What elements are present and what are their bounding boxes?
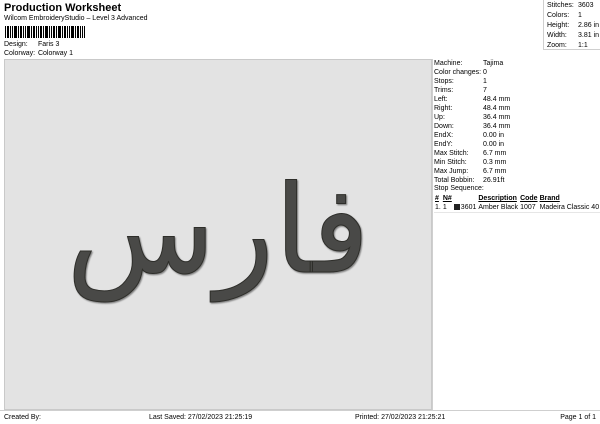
footer-created-by: Created By: xyxy=(4,414,41,421)
param-left: Left: 48.4 mm xyxy=(434,96,511,103)
thread-swatch-icon xyxy=(453,204,460,211)
param-max-jump: Max Jump: 6.7 mm xyxy=(434,168,507,175)
stop-sequence-title: Stop Sequence: xyxy=(434,185,484,192)
footer: Created By: Last Saved: 27/02/2023 21:25… xyxy=(0,410,600,424)
software-subtitle: Wilcom EmbroideryStudio – Level 3 Advanc… xyxy=(4,15,148,22)
stat-stitches: Stitches: 3603 xyxy=(547,2,594,9)
param-total-bobbin: Total Bobbin: 26.91ft xyxy=(434,177,505,184)
param-down: Down: 36.4 mm xyxy=(434,123,511,130)
stat-height: Height: 2.86 in xyxy=(547,22,600,29)
page-title: Production Worksheet xyxy=(4,2,122,14)
colorway-label: Colorway: xyxy=(4,50,36,57)
design-label: Design: xyxy=(4,41,28,48)
embroidery-design-text: فارس xyxy=(66,159,369,302)
stat-zoom: Zoom: 1:1 xyxy=(547,42,588,49)
param-stops: Stops: 1 xyxy=(434,78,487,85)
barcode-icon xyxy=(5,26,85,38)
param-color-changes: Color changes: 0 xyxy=(434,69,487,76)
stat-colors: Colors: 1 xyxy=(547,12,582,19)
param-min-stitch: Min Stitch: 0.3 mm xyxy=(434,159,507,166)
table-header-row: # N# Description Code Brand xyxy=(434,194,600,203)
param-machine: Machine: Tajima xyxy=(434,60,504,67)
param-endy: EndY: 0.00 in xyxy=(434,141,505,148)
col-brand: Brand xyxy=(539,195,560,202)
design-canvas: فارس xyxy=(4,59,432,410)
row-needle: 1 xyxy=(442,204,447,211)
param-max-stitch: Max Stitch: 6.7 mm xyxy=(434,150,507,157)
table-row: 1. 1 3601 Amber Black 1007 Madeira Class… xyxy=(434,203,600,212)
table-divider xyxy=(434,212,600,213)
param-right: Right: 48.4 mm xyxy=(434,105,511,112)
col-index: # xyxy=(435,195,439,202)
col-description: Description xyxy=(478,195,517,202)
col-needle: N# xyxy=(442,195,452,202)
stat-width: Width: 3.81 in xyxy=(547,32,600,39)
colorway-value: Colorway 1 xyxy=(37,50,73,57)
row-brand: Madeira Classic 40 xyxy=(539,204,600,211)
footer-last-saved: Last Saved: 27/02/2023 21:25:19 xyxy=(149,414,253,421)
footer-page: Page 1 of 1 xyxy=(560,414,596,421)
row-code: 1007 xyxy=(520,204,536,211)
row-thread-number: 3601 xyxy=(460,204,477,211)
row-swatch: 3601 xyxy=(453,203,478,212)
machine-params: Machine: Tajima Color changes: 0 Stops: 1 T… xyxy=(434,59,600,185)
colorway-row: Colorway: Colorway 1 xyxy=(4,50,73,57)
col-code: Code xyxy=(520,195,538,202)
design-value: Faris 3 xyxy=(37,41,60,48)
stop-sequence-table: # N# Description Code Brand 1. 1 3601 Am… xyxy=(434,194,600,212)
param-trims: Trims: 7 xyxy=(434,87,487,94)
design-row: Design: Faris 3 xyxy=(4,41,59,48)
row-description: Amber Black xyxy=(478,204,519,211)
panel-divider xyxy=(432,59,433,410)
param-endx: EndX: 0.00 in xyxy=(434,132,505,139)
param-up: Up: 36.4 mm xyxy=(434,114,511,121)
col-swatch xyxy=(453,194,478,203)
stats-box: Stitches: 3603 Colors: 1 Height: 2.86 in Wi… xyxy=(543,0,600,50)
footer-printed: Printed: 27/02/2023 21:25:21 xyxy=(355,414,446,421)
row-index: 1. xyxy=(435,204,441,211)
